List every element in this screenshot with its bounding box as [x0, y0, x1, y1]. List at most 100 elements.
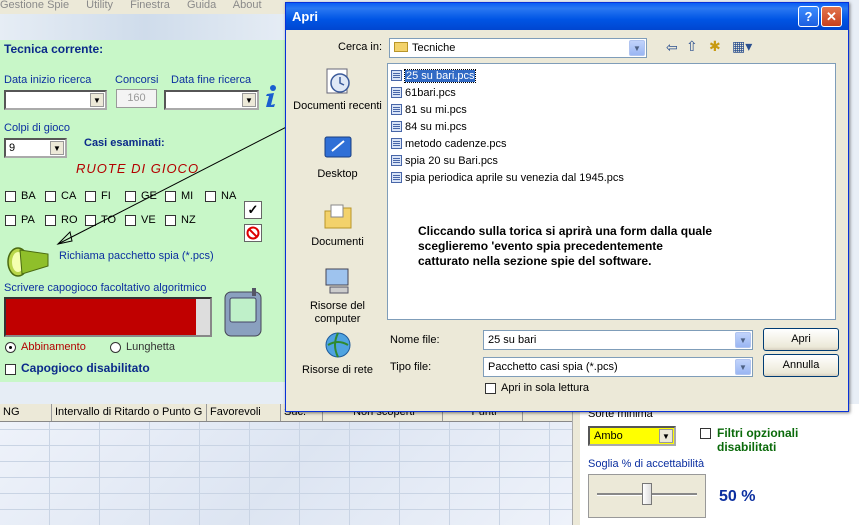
settings-panel: Tecnica corrente: Data inizio ricerca Co… — [0, 40, 290, 382]
instruction-note: Cliccando sulla torica si aprirà una for… — [418, 224, 738, 269]
cerca-in-label: Cerca in: — [338, 41, 383, 53]
menu-utility[interactable]: Utility — [86, 0, 113, 11]
pcs-file-icon — [391, 138, 402, 149]
chevron-down-icon: ▼ — [90, 93, 104, 107]
menu-about[interactable]: About — [233, 0, 262, 11]
grid-scrollbar[interactable] — [572, 404, 580, 525]
soglia-slider[interactable] — [588, 474, 706, 518]
checkbox-nz[interactable] — [165, 215, 176, 226]
file-item[interactable]: 61bari.pcs — [391, 85, 456, 101]
slider-thumb[interactable] — [642, 483, 652, 505]
checkbox-ro[interactable] — [45, 215, 56, 226]
file-item[interactable]: 25 su bari.pcs — [391, 68, 477, 84]
checkbox-to[interactable] — [85, 215, 96, 226]
checkbox-capogioco-disabilitato[interactable] — [5, 364, 16, 375]
textarea-scrollbar[interactable] — [196, 299, 210, 335]
checkbox-ve[interactable] — [125, 215, 136, 226]
label-ge: GE — [141, 190, 157, 202]
file-list[interactable]: 25 su bari.pcs 61bari.pcs 81 su mi.pcs 8… — [387, 63, 836, 320]
label-pa: PA — [21, 214, 35, 226]
file-item[interactable]: 81 su mi.pcs — [391, 102, 467, 118]
dialog-titlebar[interactable]: Apri — [286, 3, 848, 30]
back-icon[interactable]: ⇦ — [666, 39, 678, 56]
info-icon[interactable] — [263, 84, 279, 108]
ruote-title: RUOTE DI GIOCO — [76, 161, 200, 176]
cancel-button[interactable]: Annulla — [763, 354, 839, 377]
richiama-pacchetto-label[interactable]: Richiama pacchetto spia (*.pcs) — [59, 250, 214, 262]
filtri-label: Filtri opzionali disabilitati — [717, 426, 799, 454]
label-nz: NZ — [181, 214, 196, 226]
place-desktop[interactable]: Desktop — [291, 133, 384, 181]
chevron-down-icon: ▼ — [50, 141, 64, 155]
nome-file-input[interactable]: 25 su bari ▼ — [483, 330, 753, 350]
menu-guida[interactable]: Guida — [187, 0, 216, 11]
label-fi: FI — [101, 190, 111, 202]
deselect-all-icon[interactable] — [244, 224, 262, 242]
pcs-file-icon — [391, 87, 402, 98]
col-header-intervallo[interactable]: Intervallo di Ritardo o Punto G — [52, 404, 207, 421]
sorte-dropdown[interactable]: Ambo ▼ — [588, 426, 676, 446]
place-documents[interactable]: Documenti — [291, 201, 384, 249]
place-computer[interactable]: Risorse del computer — [291, 265, 384, 326]
close-button[interactable]: ✕ — [821, 6, 842, 27]
results-grid[interactable] — [0, 422, 572, 525]
data-inizio-dropdown[interactable]: ▼ — [4, 90, 107, 110]
capogioco-textarea[interactable] — [4, 297, 212, 337]
colpi-dropdown[interactable]: 9 ▼ — [4, 138, 67, 158]
col-header-ng[interactable]: NG — [0, 404, 52, 421]
network-globe-icon — [325, 332, 350, 358]
place-recent-label: Documenti recenti — [293, 100, 382, 112]
concorsi-field[interactable]: 160 — [116, 89, 157, 108]
checkbox-fi[interactable] — [85, 191, 96, 202]
flashlight-icon[interactable] — [4, 240, 54, 278]
tipo-file-label: Tipo file: — [390, 361, 432, 373]
dialog-title: Apri — [292, 9, 318, 24]
checkbox-ba[interactable] — [5, 191, 16, 202]
file-item[interactable]: metodo cadenze.pcs — [391, 136, 507, 152]
radio-abbinamento[interactable] — [5, 342, 16, 353]
note-line-3: catturato nella sezione spie del softwar… — [418, 254, 652, 268]
menu-finestra[interactable]: Finestra — [130, 0, 170, 11]
place-desktop-label: Desktop — [317, 168, 358, 180]
place-network[interactable]: Risorse di rete — [291, 329, 384, 377]
abbinamento-label: Abbinamento — [21, 341, 86, 353]
tipo-file-value: Pacchetto casi spia (*.pcs) — [488, 361, 618, 373]
chevron-down-icon: ▼ — [735, 359, 751, 375]
checkbox-filtri[interactable] — [700, 428, 711, 439]
tipo-file-dropdown[interactable]: Pacchetto casi spia (*.pcs) ▼ — [483, 357, 753, 377]
label-ro: RO — [61, 214, 78, 226]
checkbox-mi[interactable] — [165, 191, 176, 202]
checkbox-na[interactable] — [205, 191, 216, 202]
casi-esaminati-label: Casi esaminati: — [84, 137, 165, 149]
col-header-favorevoli[interactable]: Favorevoli — [207, 404, 281, 421]
place-recent[interactable]: Documenti recenti — [291, 65, 384, 113]
menu-gestione-spie[interactable]: Gestione Spie — [0, 0, 69, 11]
new-folder-icon[interactable]: ✱ — [709, 38, 721, 55]
file-item[interactable]: 84 su mi.pcs — [391, 119, 467, 135]
pcs-file-icon — [391, 155, 402, 166]
file-item[interactable]: spia periodica aprile su venezia dal 194… — [391, 170, 624, 186]
nome-file-label: Nome file: — [390, 334, 440, 346]
checkbox-ge[interactable] — [125, 191, 136, 202]
file-item[interactable]: spia 20 su Bari.pcs — [391, 153, 498, 169]
menu-bar: Gestione Spie Utility Finestra Guida Abo… — [0, 0, 290, 14]
documents-folder-icon — [324, 204, 351, 229]
help-button[interactable]: ? — [798, 6, 819, 27]
checkbox-readonly[interactable] — [485, 383, 496, 394]
up-folder-icon[interactable]: ⇧ — [686, 38, 698, 55]
select-all-check-icon[interactable]: ✓ — [244, 201, 262, 219]
chevron-down-icon: ▼ — [242, 93, 256, 107]
view-menu-icon[interactable]: ▦▾ — [732, 38, 752, 55]
data-fine-dropdown[interactable]: ▼ — [164, 90, 259, 110]
phone-icon[interactable] — [222, 288, 264, 338]
open-button[interactable]: Apri — [763, 328, 839, 351]
checkbox-ca[interactable] — [45, 191, 56, 202]
radio-lunghetta[interactable] — [110, 342, 121, 353]
cerca-in-dropdown[interactable]: Tecniche ▼ — [389, 38, 647, 58]
label-to: TO — [101, 214, 117, 226]
colpi-value: 9 — [9, 142, 16, 154]
checkbox-pa[interactable] — [5, 215, 16, 226]
header-strip — [0, 14, 290, 40]
pcs-file-icon — [391, 121, 402, 132]
label-mi: MI — [181, 190, 194, 202]
